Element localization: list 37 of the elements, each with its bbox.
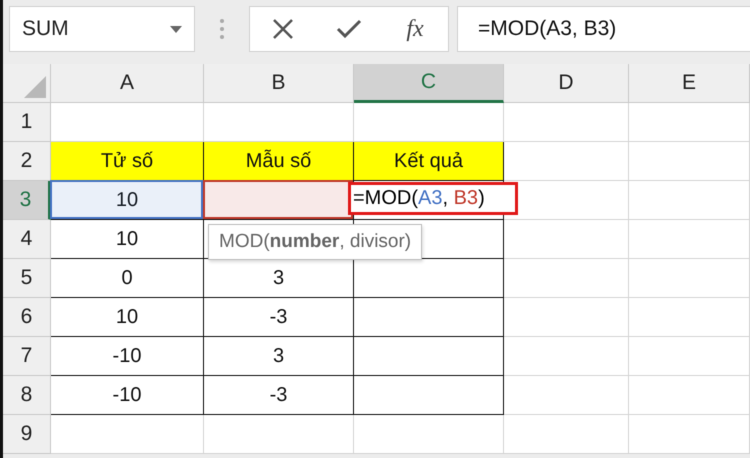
close-icon xyxy=(272,18,294,40)
table-cell: -3 xyxy=(204,376,354,415)
column-header[interactable]: E xyxy=(629,64,750,103)
table-cell: 10 xyxy=(51,220,204,259)
formula-field[interactable]: =MOD(A3, B3) xyxy=(457,6,750,52)
row-header[interactable]: 1 xyxy=(3,103,51,142)
name-box[interactable]: SUM xyxy=(9,6,195,52)
row-header[interactable]: 2 xyxy=(3,142,51,181)
table-cell: -3 xyxy=(204,298,354,337)
row-header[interactable]: 9 xyxy=(3,415,51,454)
insert-function-button[interactable]: fx xyxy=(397,11,433,47)
checkmark-icon xyxy=(336,19,362,39)
function-tooltip: MOD(number, divisor) xyxy=(208,224,422,260)
formula-editor[interactable]: =MOD(A3, B3) xyxy=(348,182,518,215)
table-cell: -10 xyxy=(51,376,204,415)
table-cell: 3 xyxy=(204,337,354,376)
row-header[interactable]: 7 xyxy=(3,337,51,376)
table-cell: -10 xyxy=(51,337,204,376)
row-header[interactable]: 8 xyxy=(3,376,51,415)
row-header[interactable]: 6 xyxy=(3,298,51,337)
column-header[interactable]: B xyxy=(204,64,354,103)
column-header[interactable]: D xyxy=(504,64,629,103)
triangle-icon xyxy=(24,76,46,98)
row-header[interactable]: 3 xyxy=(3,181,51,220)
column-header[interactable]: A xyxy=(51,64,204,103)
header-cell: Kết quả xyxy=(354,142,504,181)
dropdown-caret-icon[interactable] xyxy=(170,26,182,32)
table-cell: 3 xyxy=(204,259,354,298)
table-cell: 10 xyxy=(51,181,204,220)
row-header[interactable]: 5 xyxy=(3,259,51,298)
row-header[interactable]: 4 xyxy=(3,220,51,259)
header-cell: Tử số xyxy=(51,142,204,181)
table-cell: 10 xyxy=(51,298,204,337)
grip-icon xyxy=(219,18,225,40)
column-header[interactable]: C xyxy=(354,64,504,103)
table-cell: 0 xyxy=(51,259,204,298)
header-cell: Mẫu số xyxy=(204,142,354,181)
